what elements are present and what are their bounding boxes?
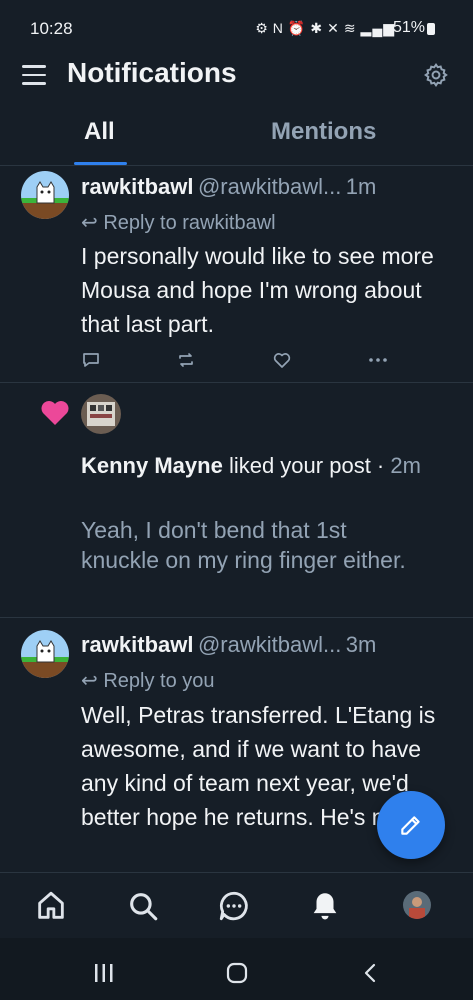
profile-avatar-icon (403, 891, 431, 919)
like-line: Kenny Mayne liked your post · 2m (81, 449, 451, 483)
reply-to-label[interactable]: Reply to rawkitbawl (103, 212, 275, 234)
author-name[interactable]: rawkitbawl (81, 174, 193, 199)
battery-percent: 51% (392, 19, 425, 36)
back-icon[interactable] (362, 962, 378, 984)
status-bar: 10:28 ⚙ N ⏰ ✱ ✕ ≋ ▂▄▆ 51% (0, 0, 473, 52)
action-text: liked your post · (228, 453, 385, 478)
home-button-icon[interactable] (226, 962, 248, 984)
like-icon[interactable] (272, 350, 292, 370)
liked-post-text[interactable]: Yeah, I don't bend that 1st knuckle on m… (81, 515, 421, 575)
home-icon[interactable] (34, 889, 68, 923)
compose-icon (401, 816, 420, 835)
reply-line: ↩ Reply to rawkitbawl (81, 210, 276, 235)
cat-avatar-icon (21, 630, 69, 678)
cat-avatar-icon (21, 171, 69, 219)
wifi-icon: ≋ (343, 20, 357, 36)
post-actions (81, 350, 391, 372)
post-time: 1m (345, 174, 377, 199)
notification-feed[interactable]: rawkitbawl @rawkitbawl... 1m ↩ Reply to … (0, 166, 473, 872)
author-handle: @rawkitbawl... (197, 174, 342, 199)
avatar[interactable] (21, 630, 69, 678)
nfc-icon: N (272, 20, 284, 36)
author-name[interactable]: rawkitbawl (81, 632, 193, 657)
compose-button[interactable] (377, 791, 445, 859)
gear-icon[interactable] (423, 62, 449, 88)
avatar[interactable] (21, 171, 69, 219)
status-icons: ⚙ N ⏰ ✱ ✕ ≋ ▂▄▆ (255, 20, 395, 37)
avatar[interactable] (81, 394, 121, 434)
notification-header-line: rawkitbawl @rawkitbawl... 3m (81, 632, 376, 658)
reply-arrow-icon: ↩ (81, 212, 98, 234)
system-nav-bar (0, 938, 473, 1000)
notification-item[interactable]: rawkitbawl @rawkitbawl... 1m ↩ Reply to … (0, 166, 473, 383)
notification-icon: ⚙ (255, 20, 269, 36)
profile-avatar[interactable] (403, 891, 431, 919)
post-time: 3m (345, 632, 377, 657)
bottom-nav (0, 872, 473, 938)
status-time: 10:28 (30, 19, 73, 38)
post-text: I personally would like to see more Mous… (81, 243, 434, 337)
bell-icon[interactable] (308, 889, 342, 923)
tab-all[interactable]: All (84, 118, 115, 146)
reply-icon[interactable] (81, 350, 101, 370)
app-header: Notifications (0, 52, 473, 100)
menu-icon[interactable] (22, 65, 46, 87)
more-options-icon[interactable] (367, 350, 389, 370)
chat-icon[interactable] (217, 889, 251, 923)
page-title: Notifications (67, 57, 237, 88)
battery-icon (427, 23, 435, 35)
post-time: 2m (390, 453, 421, 478)
signal-icon: ▂▄▆ (360, 20, 395, 36)
mute-icon: ✕ (327, 20, 340, 36)
active-tab-indicator (74, 162, 127, 165)
reply-arrow-icon: ↩ (81, 670, 98, 692)
notification-header-line: rawkitbawl @rawkitbawl... 1m (81, 174, 376, 200)
notification-tabs: All Mentions (0, 104, 473, 166)
author-handle: @rawkitbawl... (197, 632, 342, 657)
reply-to-label[interactable]: Reply to you (103, 670, 214, 692)
tab-mentions[interactable]: Mentions (271, 118, 376, 146)
repost-icon[interactable] (176, 350, 196, 370)
notification-item[interactable]: Kenny Mayne liked your post · 2m Yeah, I… (0, 383, 473, 618)
reply-line: ↩ Reply to you (81, 668, 215, 693)
author-name[interactable]: Kenny Mayne (81, 453, 223, 478)
user-avatar-icon (81, 394, 121, 434)
search-icon[interactable] (126, 889, 160, 923)
heart-icon (41, 401, 69, 425)
alarm-icon: ⏰ (287, 20, 307, 36)
bluetooth-icon: ✱ (310, 20, 324, 36)
recent-apps-icon[interactable] (93, 963, 115, 983)
